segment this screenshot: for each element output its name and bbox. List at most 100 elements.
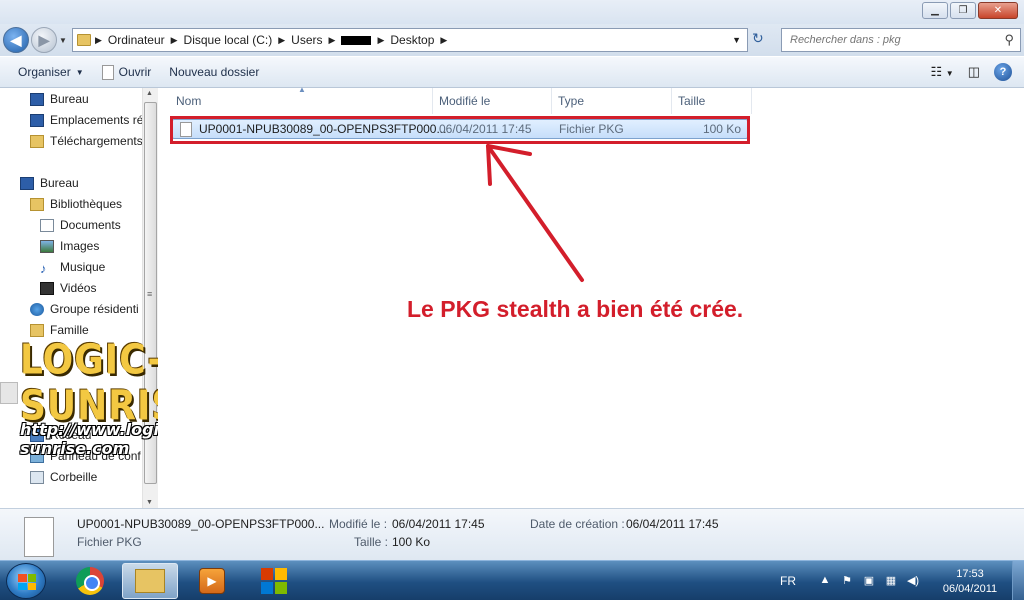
start-button[interactable]: [6, 563, 46, 599]
nav-item-music[interactable]: ♪ Musique: [40, 257, 105, 277]
nav-item-recycle-bin[interactable]: Corbeille: [30, 467, 97, 487]
taskbar-office[interactable]: [246, 563, 302, 599]
nav-label: Images: [60, 239, 100, 253]
maximize-button[interactable]: ❐: [950, 2, 976, 19]
show-desktop-button[interactable]: [1012, 561, 1024, 600]
nav-label: Vidéos: [60, 281, 97, 295]
explorer-icon: [135, 569, 165, 593]
search-input[interactable]: [790, 34, 990, 46]
nav-label: Bibliothèques: [50, 197, 123, 211]
breadcrumb-desktop[interactable]: Desktop: [390, 33, 434, 47]
organize-menu[interactable]: Organiser ▼: [0, 57, 93, 87]
column-header-modified[interactable]: Modifié le: [433, 88, 552, 114]
nav-item-videos[interactable]: Vidéos: [40, 278, 96, 298]
chevron-right-icon[interactable]: ▶: [329, 35, 336, 46]
title-bar: ▁ ❐ ✕: [0, 0, 1024, 24]
desktop-icon: [30, 92, 44, 106]
music-note-icon: ♪: [40, 260, 47, 276]
nav-label: Corbeille: [50, 470, 98, 484]
back-button[interactable]: ◀: [3, 27, 29, 53]
nav-item-downloads[interactable]: Téléchargements: [30, 131, 143, 151]
address-dropdown-icon[interactable]: ▼: [732, 35, 741, 45]
device-icon[interactable]: ▣: [862, 574, 876, 588]
minimize-button[interactable]: ▁: [922, 2, 948, 19]
annotation-arrow: [486, 144, 584, 282]
organize-label: Organiser: [18, 65, 71, 79]
address-field[interactable]: ▶ Ordinateur ▶ Disque local (C:) ▶ Users…: [72, 28, 748, 52]
breadcrumb-computer[interactable]: Ordinateur: [108, 33, 165, 47]
video-icon: [40, 281, 54, 295]
new-folder-label: Nouveau dossier: [169, 65, 260, 79]
language-indicator[interactable]: FR: [780, 574, 796, 588]
scroll-up-icon[interactable]: ▲: [146, 90, 153, 97]
new-folder-button[interactable]: Nouveau dossier: [160, 57, 268, 87]
nav-item-homegroup[interactable]: Groupe résidenti: [30, 299, 139, 319]
details-pane: UP0001-NPUB30089_00-OPENPS3FTP000... Fic…: [0, 508, 1024, 560]
details-file-name: UP0001-NPUB30089_00-OPENPS3FTP000...: [77, 517, 325, 531]
desktop-icon: [20, 176, 34, 190]
chevron-right-icon[interactable]: ▶: [377, 35, 384, 46]
taskbar-explorer[interactable]: [122, 563, 178, 599]
network-status-icon[interactable]: ▦: [884, 574, 898, 588]
show-hidden-icons-icon[interactable]: ▲: [818, 574, 832, 588]
chevron-down-icon: ▼: [75, 67, 84, 77]
nav-label: Bureau: [50, 92, 89, 106]
window-controls: ▁ ❐ ✕: [922, 2, 1018, 19]
annotation-text: Le PKG stealth a bien été crée.: [407, 296, 744, 322]
open-button[interactable]: Ouvrir: [93, 57, 161, 87]
nav-label: Musique: [60, 260, 106, 274]
command-bar: Organiser ▼ Ouvrir Nouveau dossier ☷ ▼ ◫…: [0, 56, 1024, 88]
chevron-right-icon: ▶: [95, 34, 102, 45]
chevron-right-icon[interactable]: ▶: [440, 35, 447, 46]
clock[interactable]: 17:53 06/04/2011: [930, 567, 1010, 597]
taskbar: ▶ FR ▲ ⚑ ▣ ▦ ◀) 17:53 06/04/2011: [0, 560, 1024, 600]
volume-icon[interactable]: ◀): [906, 574, 920, 588]
column-header-name[interactable]: Nom: [170, 88, 433, 114]
action-center-icon[interactable]: ⚑: [840, 574, 854, 588]
search-box[interactable]: ⚲: [781, 28, 1021, 52]
search-icon[interactable]: ⚲: [1004, 32, 1014, 48]
chevron-right-icon[interactable]: ▶: [171, 35, 178, 46]
nav-item-desktop[interactable]: Bureau: [20, 173, 79, 193]
chrome-icon: [76, 567, 104, 595]
details-modified-label: Modifié le :: [329, 517, 388, 531]
chevron-right-icon[interactable]: ▶: [278, 35, 285, 46]
nav-item-documents[interactable]: Documents: [40, 215, 121, 235]
panel-tab: [0, 382, 18, 404]
redacted-username: [341, 35, 372, 45]
recent-pages-dropdown[interactable]: ▼: [59, 36, 67, 45]
open-label: Ouvrir: [118, 65, 152, 79]
details-size-value: 100 Ko: [392, 535, 431, 549]
details-size-label: Taille :: [354, 535, 389, 549]
homegroup-icon: [30, 302, 44, 316]
nav-item-libraries[interactable]: Bibliothèques: [30, 194, 122, 214]
address-bar: ◀ ▶ ▼ ▶ Ordinateur ▶ Disque local (C:) ▶…: [0, 24, 1024, 56]
view-options-icon[interactable]: ☷ ▼: [931, 64, 954, 80]
refresh-icon[interactable]: ↻: [752, 30, 764, 47]
taskbar-chrome[interactable]: [62, 563, 118, 599]
nav-item-images[interactable]: Images: [40, 236, 99, 256]
forward-button[interactable]: ▶: [31, 27, 57, 53]
close-button[interactable]: ✕: [978, 2, 1018, 19]
recycle-bin-icon: [30, 470, 44, 484]
nav-label: Famille: [50, 323, 89, 337]
column-header-size[interactable]: Taille: [672, 88, 752, 114]
recent-places-icon: [30, 113, 44, 127]
help-icon[interactable]: ?: [994, 63, 1012, 81]
document-icon: [101, 64, 114, 80]
scroll-grip-icon: ≡: [147, 289, 153, 299]
nav-item-recent-places[interactable]: Emplacements ré: [30, 110, 143, 130]
nav-label: Documents: [60, 218, 121, 232]
system-tray: FR ▲ ⚑ ▣ ▦ ◀): [780, 561, 920, 600]
nav-label: Téléchargements: [50, 134, 143, 148]
preview-pane-icon[interactable]: ◫: [968, 64, 980, 80]
documents-icon: [40, 218, 54, 232]
pictures-icon: [40, 239, 54, 253]
scroll-down-icon[interactable]: ▼: [146, 499, 153, 506]
breadcrumb-users[interactable]: Users: [291, 33, 322, 47]
taskbar-media-player[interactable]: ▶: [184, 563, 240, 599]
highlight-box: [170, 116, 750, 144]
nav-item-bureau-fav[interactable]: Bureau: [30, 89, 89, 109]
column-header-type[interactable]: Type: [552, 88, 672, 114]
breadcrumb-local-disk[interactable]: Disque local (C:): [184, 33, 273, 47]
